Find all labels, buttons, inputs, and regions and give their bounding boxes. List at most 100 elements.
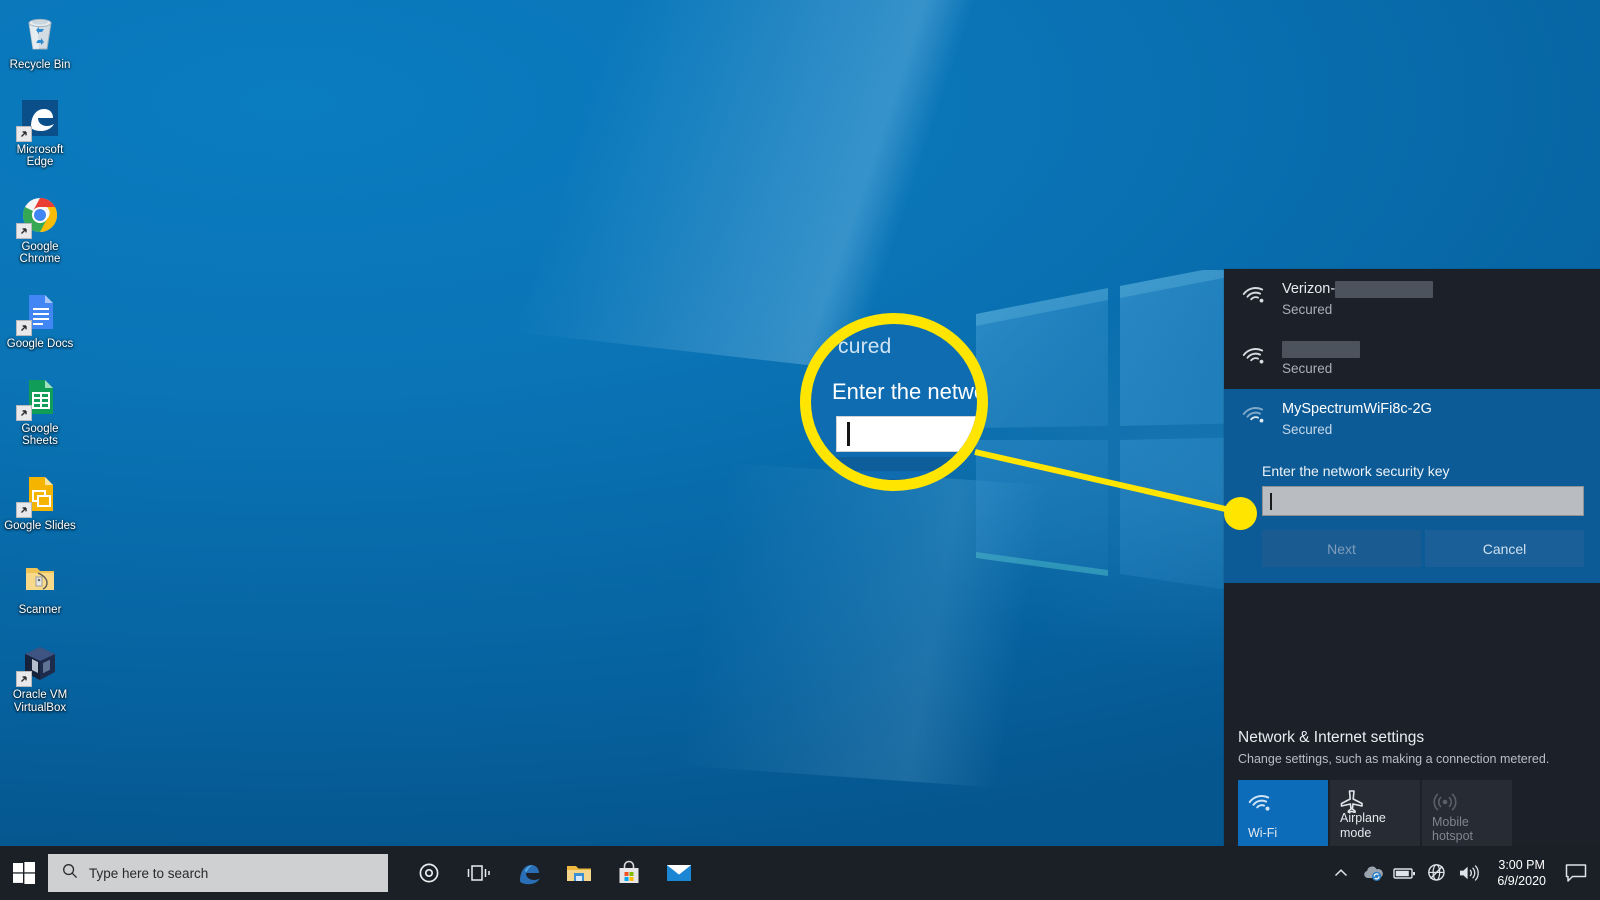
taskbar-file-explorer-button[interactable] [554,846,604,900]
chevron-up-icon [1334,868,1348,878]
desktop-icon-google-slides[interactable]: Google Slides [1,471,79,533]
settings-subtitle: Change settings, such as making a connec… [1238,750,1600,768]
start-button[interactable] [0,846,48,900]
desktop-icon-google-sheets[interactable]: Google Sheets [1,374,79,448]
desktop-icon-label: Google Slides [4,520,76,533]
network-status: Secured [1282,420,1584,439]
tray-show-hidden-icons-button[interactable] [1325,846,1357,900]
network-ssid [1282,341,1584,358]
quick-action-wifi[interactable]: Wi-Fi [1238,780,1328,846]
shortcut-overlay-icon [16,502,32,518]
network-ssid-text: Verizon- [1282,280,1335,299]
flyout-footer: Network & Internet settings Change setti… [1224,728,1600,846]
shortcut-overlay-icon [16,223,32,239]
hotspot-icon [1432,789,1458,813]
search-input[interactable]: Type here to search [48,854,388,892]
quick-action-tiles: Wi-Fi Airplane mode [1224,768,1600,846]
taskbar-microsoft-store-button[interactable] [604,846,654,900]
action-center-icon [1565,863,1587,883]
tray-network-button[interactable] [1421,846,1453,900]
desktop-icon-label: Google Chrome [2,241,78,266]
magnifier-content: cured Enter the networ [810,323,988,491]
microsoft-edge-icon [17,95,63,141]
desktop-icon-google-docs[interactable]: Google Docs [1,289,79,351]
virtualbox-icon [17,640,63,686]
network-status: Secured [1282,359,1584,378]
network-ssid-redaction [1282,341,1360,358]
security-key-input[interactable] [1262,486,1584,516]
recycle-bin-icon [17,10,63,56]
magnified-security-key-input [836,416,988,452]
desktop-icon-scanner[interactable]: Scanner [1,555,79,617]
file-explorer-icon [565,861,593,885]
shortcut-overlay-icon [16,671,32,687]
network-list-item-verizon[interactable]: Verizon- Secured [1224,269,1600,330]
desktop-icon-oracle-vm-virtualbox[interactable]: Oracle VM VirtualBox [1,640,79,714]
cancel-button[interactable]: Cancel [1425,530,1584,567]
airplane-icon [1340,789,1366,813]
mail-icon [665,862,693,884]
action-center-button[interactable] [1558,846,1594,900]
google-sheets-icon [17,374,63,420]
clock-time: 3:00 PM [1498,857,1545,873]
shortcut-overlay-icon [16,320,32,336]
scanner-folder-icon [17,555,63,601]
desktop-icon-label: Scanner [19,604,62,617]
taskbar-cortana-button[interactable] [404,846,454,900]
taskbar-clock[interactable]: 3:00 PM 6/9/2020 [1485,846,1558,900]
network-status: Secured [1282,300,1584,319]
magnifier-callout: cured Enter the networ [800,313,988,491]
system-tray: 3:00 PM 6/9/2020 [1325,846,1600,900]
network-globe-icon [1427,863,1447,883]
taskbar-microsoft-edge-button[interactable] [504,846,554,900]
quick-action-label: Wi-Fi [1248,826,1277,841]
google-chrome-icon [17,192,63,238]
network-internet-settings-link[interactable]: Network & Internet settings Change setti… [1224,728,1600,768]
network-flyout-panel: Verizon- Secured Secured [1224,269,1600,846]
onedrive-sync-icon [1362,864,1384,882]
task-view-icon [467,863,491,883]
magnified-secured-text: cured [838,335,892,359]
desktop-icon-label: Recycle Bin [10,59,71,72]
quick-action-mobile-hotspot[interactable]: Mobile hotspot [1422,780,1512,846]
network-ssid-redaction [1335,281,1433,298]
shortcut-overlay-icon [16,405,32,421]
next-button[interactable]: Next [1262,530,1421,567]
desktop-icon-label: Microsoft Edge [2,144,78,169]
shortcut-overlay-icon [16,126,32,142]
wifi-signal-icon [1242,282,1268,304]
callout-endpoint-dot [1224,497,1257,530]
network-ssid-text: MySpectrumWiFi8c-2G [1282,400,1432,419]
microsoft-store-icon [616,860,642,886]
tray-battery-button[interactable] [1389,846,1421,900]
desktop-icon-recycle-bin[interactable]: Recycle Bin [1,10,79,72]
credentials-button-row: Next Cancel [1262,530,1584,567]
taskbar-task-view-button[interactable] [454,846,504,900]
desktop-icon-google-chrome[interactable]: Google Chrome [1,192,79,266]
network-ssid: MySpectrumWiFi8c-2G [1282,400,1584,419]
battery-icon [1393,866,1417,880]
wifi-signal-icon [1242,402,1268,424]
taskbar: Type here to search [0,846,1600,900]
quick-action-label: Airplane mode [1340,811,1420,841]
network-credentials-section: Enter the network security key Next Canc… [1224,453,1600,583]
settings-title: Network & Internet settings [1238,728,1600,748]
quick-action-airplane-mode[interactable]: Airplane mode [1330,780,1420,846]
network-list-item-myspectrumwifi8c-2g[interactable]: MySpectrumWiFi8c-2G Secured [1224,389,1600,453]
wifi-signal-icon [1242,343,1268,365]
desktop-icon-label: Google Docs [7,338,73,351]
security-key-label: Enter the network security key [1224,453,1600,486]
text-caret [1270,493,1272,510]
desktop-icon-label: Google Sheets [2,423,78,448]
taskbar-mail-button[interactable] [654,846,704,900]
tray-onedrive-button[interactable] [1357,846,1389,900]
wifi-icon [1248,789,1274,813]
desktop-icon-microsoft-edge[interactable]: Microsoft Edge [1,95,79,169]
magnified-panel-strip [810,457,988,471]
volume-icon [1458,864,1480,882]
magnified-prompt-text: Enter the networ [832,379,988,405]
network-list-item-hidden[interactable]: Secured [1224,330,1600,389]
tray-volume-button[interactable] [1453,846,1485,900]
cortana-icon [418,862,440,884]
desktop-icon-grid: Recycle Bin Microsoft Edge [0,10,80,737]
